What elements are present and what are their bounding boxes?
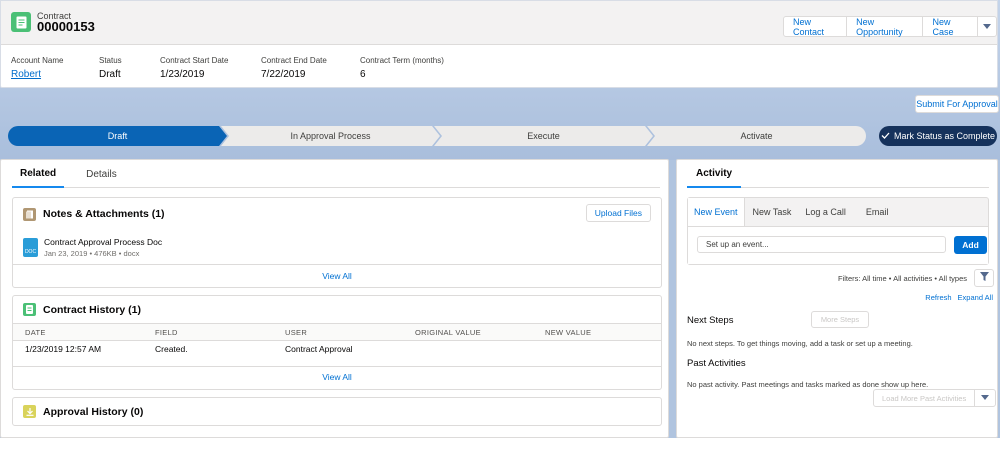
field-start-date: Contract Start Date 1/23/2019 — [160, 56, 261, 80]
field-value: 1/23/2019 — [160, 69, 205, 80]
history-view-all-link[interactable]: View All — [13, 365, 661, 388]
path-stage-draft[interactable]: Draft — [8, 126, 227, 146]
contract-icon — [23, 303, 36, 316]
card-header: Contract History (1) — [13, 296, 661, 323]
field-value: 7/22/2019 — [261, 69, 306, 80]
table-row: 1/23/2019 12:57 AM Created. Contract App… — [13, 341, 661, 358]
tab-new-task[interactable]: New Task — [747, 198, 798, 226]
next-steps-text: No next steps. To get things moving, add… — [687, 339, 913, 348]
expand-all-link[interactable]: Expand All — [958, 293, 993, 302]
field-value: Draft — [99, 69, 121, 80]
table-cell: Created. — [155, 344, 188, 355]
path-stage-activate[interactable]: Activate — [647, 126, 866, 146]
field-contract-term: Contract Term (months) 6 — [360, 56, 470, 80]
contract-icon — [11, 12, 31, 32]
field-label: Contract End Date — [261, 56, 327, 65]
notes-icon — [23, 207, 36, 221]
new-contact-button[interactable]: New Contact — [784, 17, 848, 37]
activity-links: Refresh Expand All — [925, 293, 993, 302]
doc-file-icon: DOC — [23, 237, 38, 257]
more-steps-button[interactable]: More Steps — [811, 311, 869, 328]
table-header-row: DATE FIELD USER ORIGINAL VALUE NEW VALUE — [13, 323, 661, 341]
approval-history-card: Approval History (0) — [12, 397, 662, 426]
path-stage-in-approval[interactable]: In Approval Process — [221, 126, 440, 146]
more-actions-button[interactable] — [978, 17, 996, 36]
highlights-panel: Account Name Robert Status Draft Contrac… — [11, 56, 470, 80]
field-account-name: Account Name Robert — [11, 56, 99, 80]
related-panel: Related Details Notes & Attachments (1) … — [0, 159, 669, 438]
past-activities-title: Past Activities — [687, 358, 746, 369]
next-steps-title: Next Steps — [687, 315, 734, 326]
field-label: Account Name — [11, 56, 64, 65]
activity-tabs: Activity — [687, 160, 989, 188]
record-header: Contract 00000153 New Contact New Opport… — [0, 0, 998, 88]
add-event-button[interactable]: Add — [954, 236, 987, 254]
refresh-link[interactable]: Refresh — [925, 293, 951, 302]
record-title: 00000153 — [37, 19, 95, 34]
column-header[interactable]: DATE — [13, 323, 143, 341]
submit-for-approval-button[interactable]: Submit For Approval — [915, 95, 999, 113]
activity-filters[interactable]: Filters: All time • All activities • All… — [838, 274, 967, 283]
path-stage-execute[interactable]: Execute — [434, 126, 653, 146]
file-name[interactable]: Contract Approval Process Doc — [44, 237, 162, 247]
history-table: DATE FIELD USER ORIGINAL VALUE NEW VALUE… — [13, 323, 661, 358]
upload-files-button[interactable]: Upload Files — [585, 204, 651, 222]
new-case-button[interactable]: New Case — [923, 17, 979, 37]
card-header: Notes & Attachments (1) Upload Files — [13, 198, 661, 230]
event-input[interactable]: Set up an event... — [697, 236, 946, 253]
field-label: Contract Term (months) — [360, 56, 444, 65]
chevron-down-icon — [983, 22, 992, 32]
filter-icon — [979, 272, 989, 284]
chevron-down-icon — [981, 392, 990, 404]
table-cell: Contract Approval — [285, 344, 353, 355]
history-card-title: Contract History (1) — [43, 303, 142, 316]
page-footer-area — [0, 438, 1000, 472]
checkmark-icon — [881, 131, 890, 141]
field-end-date: Contract End Date 7/22/2019 — [261, 56, 360, 80]
filter-button[interactable] — [974, 269, 994, 287]
field-status: Status Draft — [99, 56, 160, 80]
mark-status-label: Mark Status as Complete — [893, 131, 996, 141]
account-name-link[interactable]: Robert — [11, 69, 99, 80]
card-header: Approval History (0) — [13, 398, 661, 425]
record-header-top: Contract 00000153 New Contact New Opport… — [1, 1, 997, 45]
tab-related[interactable]: Related — [12, 160, 65, 188]
field-label: Contract Start Date — [160, 56, 229, 65]
load-more-menu-button[interactable] — [975, 390, 995, 406]
table-cell: 1/23/2019 12:57 AM — [25, 344, 102, 355]
notes-view-all-link[interactable]: View All — [13, 264, 661, 286]
composer-body: Set up an event... Add — [688, 226, 988, 264]
tab-details[interactable]: Details — [76, 160, 127, 188]
table-cell — [533, 341, 661, 358]
column-header[interactable]: ORIGINAL VALUE — [403, 323, 533, 341]
column-header[interactable]: USER — [273, 323, 403, 341]
load-more-control: Load More Past Activities — [873, 389, 997, 407]
status-path: Draft In Approval Process Execute Activa… — [8, 126, 866, 146]
past-activities-text: No past activity. Past meetings and task… — [687, 380, 929, 389]
header-actions: New Contact New Opportunity New Case — [783, 16, 997, 37]
composer-tabs: New Event New Task Log a Call Email — [688, 198, 988, 226]
mark-status-complete-button[interactable]: Mark Status as Complete — [879, 126, 997, 146]
approval-icon — [23, 405, 36, 418]
tab-log-call[interactable]: Log a Call — [799, 198, 852, 226]
table-cell — [403, 341, 533, 358]
new-opportunity-button[interactable]: New Opportunity — [847, 17, 924, 37]
tab-new-event[interactable]: New Event — [688, 198, 745, 226]
activity-panel: Activity New Event New Task Log a Call E… — [676, 159, 998, 438]
column-header[interactable]: NEW VALUE — [533, 323, 661, 341]
tab-email[interactable]: Email — [860, 198, 895, 226]
notes-card-title: Notes & Attachments (1) — [43, 208, 165, 220]
column-header[interactable]: FIELD — [143, 323, 273, 341]
approval-card-title[interactable]: Approval History (0) — [43, 406, 143, 418]
tab-activity[interactable]: Activity — [687, 160, 742, 188]
activity-composer: New Event New Task Log a Call Email Set … — [687, 197, 989, 265]
file-item[interactable]: DOC Contract Approval Process Doc Jan 23… — [13, 230, 661, 264]
load-more-button[interactable]: Load More Past Activities — [874, 390, 976, 406]
field-value: 6 — [360, 69, 366, 80]
record-tabs: Related Details — [12, 160, 660, 188]
field-label: Status — [99, 56, 122, 65]
notes-attachments-card: Notes & Attachments (1) Upload Files DOC… — [12, 197, 662, 288]
contract-history-card: Contract History (1) DATE FIELD USER ORI… — [12, 295, 662, 390]
file-meta: Jan 23, 2019 • 476KB • docx — [44, 248, 140, 258]
